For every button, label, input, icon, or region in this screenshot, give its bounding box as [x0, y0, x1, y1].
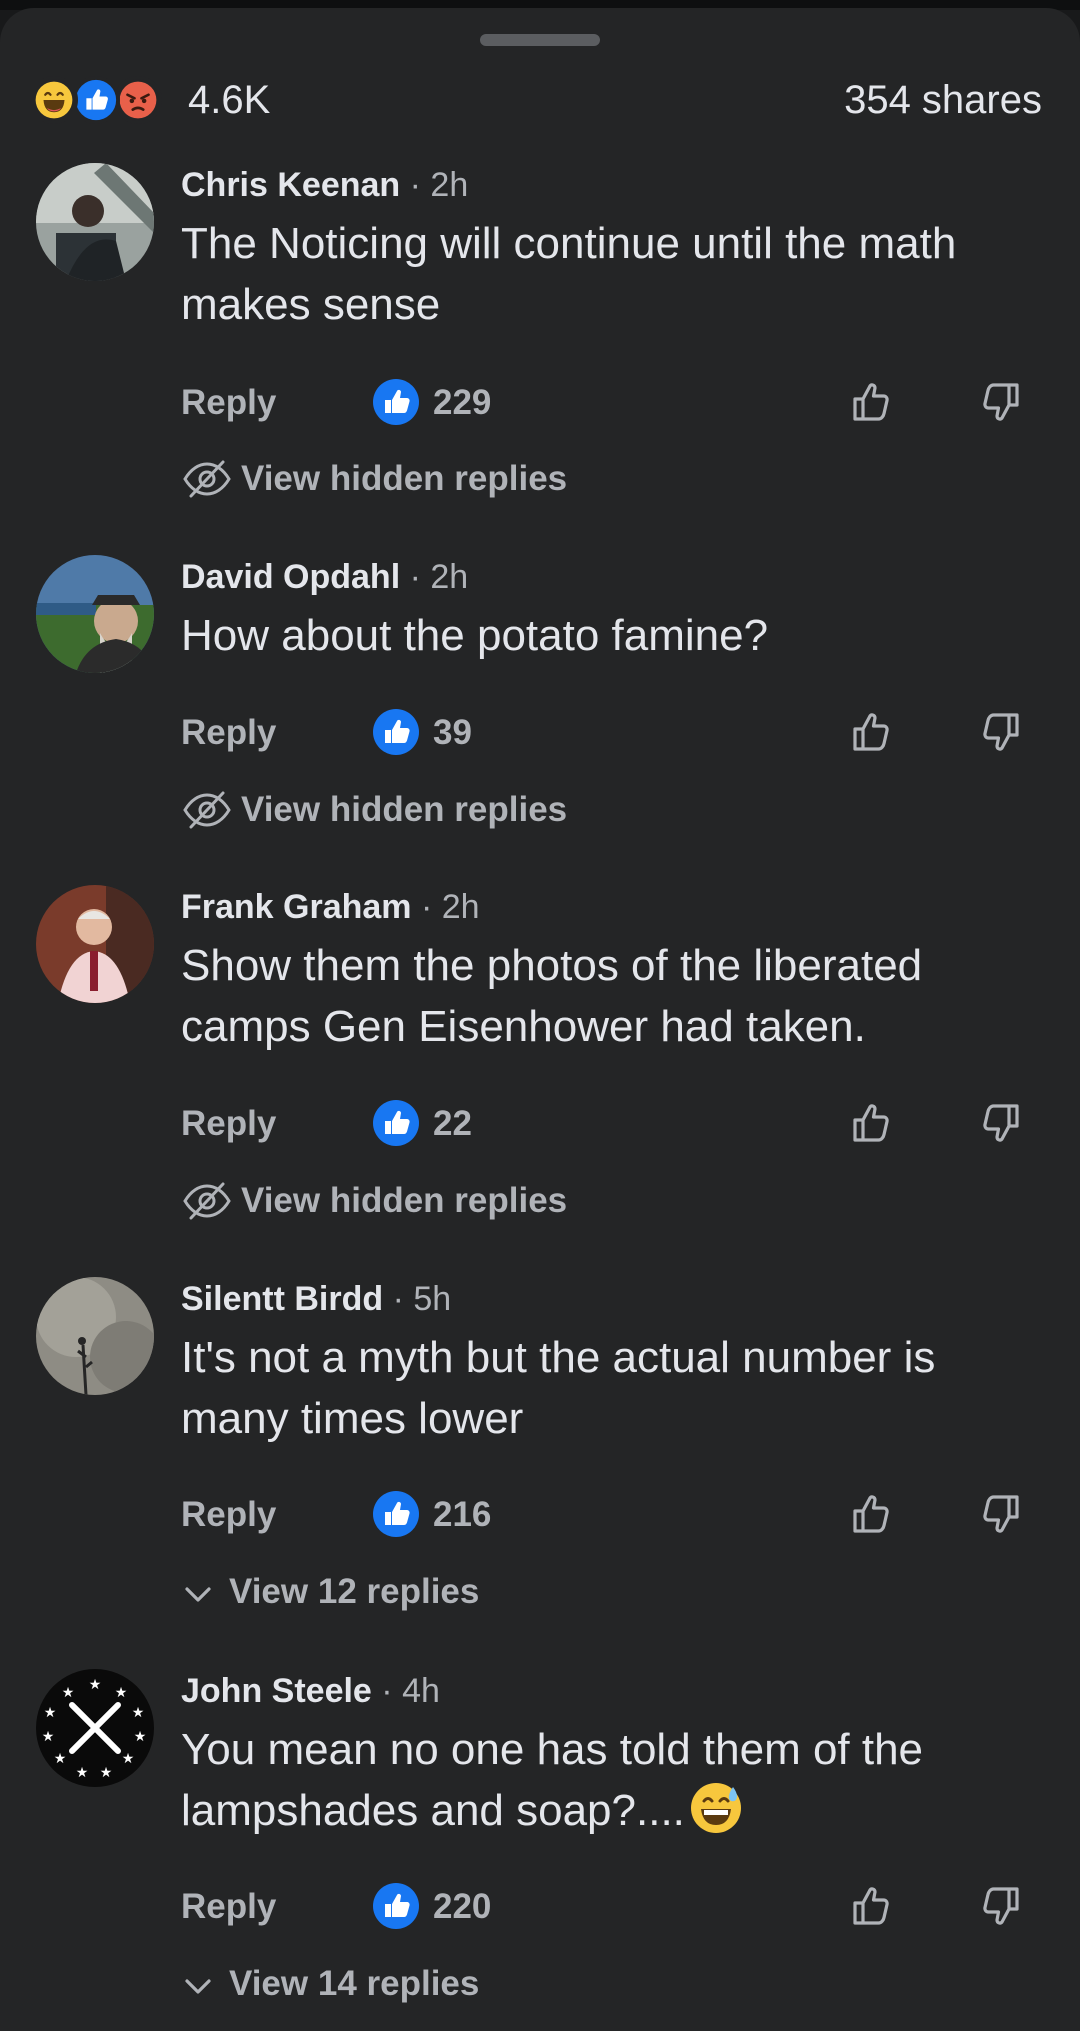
comment-actions: Reply 229: [181, 378, 1051, 428]
svg-text:★: ★: [134, 1729, 147, 1745]
avatar[interactable]: ★ ★ ★ ★ ★ ★ ★ ★ ★ ★ ★: [36, 1669, 154, 1787]
comment-time: · 2h: [409, 166, 469, 204]
like-count[interactable]: 39: [433, 712, 472, 754]
comment-text: It's not a myth but the actual number is…: [181, 1333, 936, 1443]
reply-button[interactable]: Reply: [181, 1886, 276, 1928]
sweat-smile-emoji: [690, 1783, 741, 1833]
thumbs-up-icon[interactable]: [847, 1099, 895, 1147]
reaction-count[interactable]: 4.6K: [188, 78, 270, 122]
like-badge-icon: [372, 1099, 420, 1147]
svg-text:★: ★: [62, 1685, 75, 1701]
commenter-name[interactable]: Frank Graham · 2h: [181, 885, 480, 929]
like-count[interactable]: 229: [433, 382, 491, 424]
eye-off-icon: [181, 459, 233, 499]
reply-button[interactable]: Reply: [181, 1103, 276, 1145]
thumbs-up-icon[interactable]: [847, 1490, 895, 1538]
like-badge-icon: [372, 378, 420, 426]
eye-off-icon: [181, 1181, 233, 1221]
haha-icon: [30, 76, 78, 124]
comment-actions: Reply 220: [181, 1882, 1051, 1932]
commenter-name[interactable]: David Opdahl · 2h: [181, 555, 468, 599]
thumbs-up-icon[interactable]: [847, 708, 895, 756]
svg-text:★: ★: [100, 1765, 113, 1781]
reply-button[interactable]: Reply: [181, 1494, 276, 1536]
like-count[interactable]: 220: [433, 1886, 491, 1928]
angry-icon: [114, 76, 162, 124]
svg-text:★: ★: [115, 1685, 128, 1701]
comment-time: · 2h: [409, 558, 469, 596]
shares-count[interactable]: 354 shares: [844, 78, 1042, 122]
svg-text:★: ★: [54, 1751, 67, 1767]
reply-button[interactable]: Reply: [181, 712, 276, 754]
comment-text: Show them the photos of the liberated ca…: [181, 941, 923, 1051]
reply-button[interactable]: Reply: [181, 382, 276, 424]
reaction-summary[interactable]: 4.6K 354 shares: [30, 76, 1050, 124]
svg-text:★: ★: [44, 1705, 57, 1721]
like-badge-icon: [372, 1882, 420, 1930]
avatar[interactable]: [36, 163, 154, 281]
thumbs-down-icon[interactable]: [977, 378, 1025, 426]
svg-text:★: ★: [76, 1765, 89, 1781]
thumbs-up-icon[interactable]: [847, 1882, 895, 1930]
thumbs-up-icon[interactable]: [847, 378, 895, 426]
commenter-name[interactable]: Silentt Birdd · 5h: [181, 1277, 451, 1321]
commenter-name[interactable]: Chris Keenan · 2h: [181, 163, 468, 207]
comment-text: The Noticing will continue until the mat…: [181, 219, 957, 329]
comment-time: · 4h: [381, 1672, 440, 1710]
like-badge-icon: [372, 1490, 420, 1538]
chevron-down-icon: [183, 1974, 213, 1998]
avatar[interactable]: [36, 555, 154, 673]
thumbs-down-icon[interactable]: [977, 1490, 1025, 1538]
comment-text: You mean no one has told them of the lam…: [181, 1725, 924, 1835]
comment-actions: Reply 22: [181, 1099, 1051, 1149]
thumbs-down-icon[interactable]: [977, 1099, 1025, 1147]
eye-off-icon: [181, 790, 233, 830]
comment-actions: Reply 39: [181, 708, 1051, 758]
svg-text:★: ★: [89, 1677, 102, 1693]
avatar[interactable]: [36, 885, 154, 1003]
svg-text:★: ★: [42, 1729, 55, 1745]
avatar[interactable]: [36, 1277, 154, 1395]
thumbs-down-icon[interactable]: [977, 708, 1025, 756]
like-count[interactable]: 22: [433, 1103, 472, 1145]
svg-text:★: ★: [122, 1751, 135, 1767]
chevron-down-icon: [183, 1582, 213, 1606]
comment-time: · 2h: [420, 888, 480, 926]
like-badge-icon: [372, 708, 420, 756]
commenter-name[interactable]: John Steele · 4h: [181, 1669, 440, 1713]
comment-text: How about the potato famine?: [181, 611, 769, 660]
svg-text:★: ★: [132, 1705, 145, 1721]
drag-handle[interactable]: [480, 34, 600, 46]
comments-sheet: 4.6K 354 shares Chris Keenan · 2h The No…: [0, 8, 1080, 2031]
comment-time: · 5h: [392, 1280, 452, 1318]
thumbs-down-icon[interactable]: [977, 1882, 1025, 1930]
like-icon: [72, 76, 120, 124]
comment-actions: Reply 216: [181, 1490, 1051, 1540]
like-count[interactable]: 216: [433, 1494, 491, 1536]
